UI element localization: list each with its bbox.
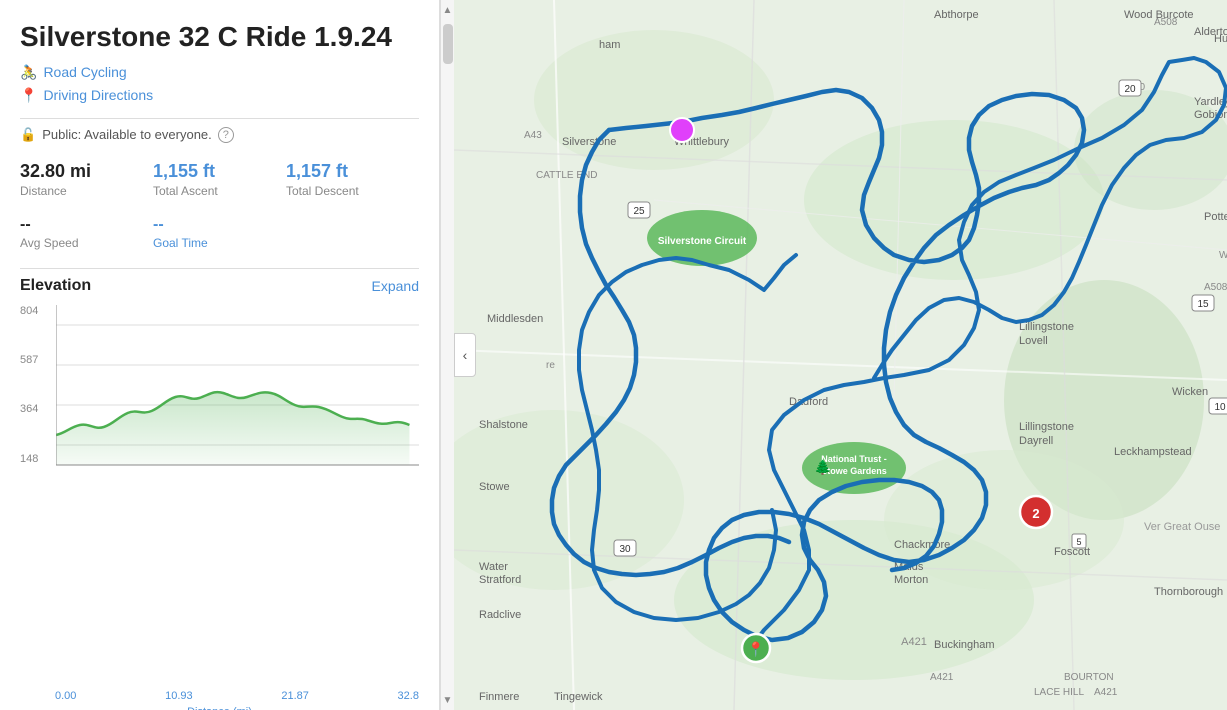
svg-text:5: 5 — [1076, 537, 1081, 547]
x-label-1093: 10.93 — [165, 690, 193, 702]
x-axis-title: Distance (mi) — [20, 706, 419, 710]
map-collapse-button[interactable]: ‹ — [454, 333, 476, 377]
ascent-label: Total Ascent — [153, 184, 286, 198]
svg-text:Watling St: Watling St — [1219, 250, 1227, 261]
avg-speed-value: -- — [20, 216, 153, 234]
driving-directions-label: Driving Directions — [43, 87, 153, 103]
stat-total-descent: 1,157 ft Total Descent — [286, 161, 419, 198]
pin-icon: 📍 — [20, 87, 37, 104]
svg-text:2: 2 — [1032, 506, 1039, 521]
stat-goal-time: -- Goal Time — [153, 216, 286, 250]
svg-text:A508: A508 — [1154, 17, 1178, 28]
y-label-364: 364 — [20, 403, 55, 415]
svg-text:Chackmore: Chackmore — [894, 539, 950, 551]
x-label-2187: 21.87 — [281, 690, 309, 702]
descent-value: 1,157 ft — [286, 161, 419, 182]
stat-total-ascent: 1,155 ft Total Ascent — [153, 161, 286, 198]
svg-text:Wicken: Wicken — [1172, 386, 1208, 398]
svg-text:Lovell: Lovell — [1019, 335, 1048, 347]
public-label: Public: Available to everyone. — [42, 127, 212, 142]
svg-text:A421: A421 — [901, 636, 927, 648]
svg-text:A421: A421 — [1094, 687, 1118, 698]
svg-text:Finmere: Finmere — [479, 691, 519, 703]
y-label-587: 587 — [20, 354, 55, 366]
y-label-148: 148 — [20, 453, 55, 465]
svg-text:Potterspury: Potterspury — [1204, 211, 1227, 223]
elevation-svg — [56, 305, 419, 485]
svg-text:Tingewick: Tingewick — [554, 691, 603, 703]
svg-text:🌲: 🌲 — [814, 459, 831, 476]
map-area: Silverstone Circuit National Trust - Sto… — [454, 0, 1227, 710]
x-axis-labels: 0.00 10.93 21.87 32.8 — [20, 690, 419, 702]
public-info: 🔓 Public: Available to everyone. ? — [20, 127, 419, 143]
x-label-0: 0.00 — [55, 690, 76, 702]
scrollbar-track: ▲ ▼ — [440, 0, 454, 710]
svg-text:CATTLE END: CATTLE END — [536, 170, 598, 181]
svg-text:Middlesden: Middlesden — [487, 313, 543, 325]
svg-text:A43: A43 — [524, 130, 542, 141]
svg-text:30: 30 — [619, 544, 631, 555]
svg-text:Lillingstone: Lillingstone — [1019, 421, 1074, 433]
divider-1 — [20, 118, 419, 119]
left-panel: Silverstone 32 C Ride 1.9.24 🚴 Road Cycl… — [0, 0, 440, 710]
svg-text:Thornborough: Thornborough — [1154, 586, 1223, 598]
lock-icon: 🔓 — [20, 127, 36, 143]
activity-type-label: Road Cycling — [43, 64, 126, 80]
stats-grid: 32.80 mi Distance 1,155 ft Total Ascent … — [20, 161, 419, 198]
svg-text:Water: Water — [479, 561, 508, 573]
elevation-chart: 804 587 364 148 — [20, 305, 419, 505]
svg-text:Ver Great Ouse: Ver Great Ouse — [1144, 521, 1220, 533]
map-svg: Silverstone Circuit National Trust - Sto… — [454, 0, 1227, 710]
ascent-value: 1,155 ft — [153, 161, 286, 182]
svg-text:25: 25 — [633, 206, 645, 217]
stat-avg-speed: -- Avg Speed — [20, 216, 153, 250]
descent-label: Total Descent — [286, 184, 419, 198]
svg-text:📍: 📍 — [747, 641, 764, 658]
svg-text:BOURTON: BOURTON — [1064, 672, 1114, 683]
svg-text:A421: A421 — [930, 672, 954, 683]
svg-text:Leckhampstead: Leckhampstead — [1114, 446, 1192, 458]
bike-icon: 🚴 — [20, 64, 37, 81]
svg-text:15: 15 — [1197, 299, 1209, 310]
stats-row2: -- Avg Speed -- Goal Time — [20, 216, 419, 250]
activity-type-link[interactable]: 🚴 Road Cycling — [20, 64, 419, 81]
scroll-down-arrow[interactable]: ▼ — [441, 690, 455, 710]
distance-value: 32.80 mi — [20, 161, 153, 182]
distance-label: Distance — [20, 184, 153, 198]
svg-text:re: re — [546, 360, 555, 371]
svg-text:20: 20 — [1124, 84, 1136, 95]
svg-text:Morton: Morton — [894, 574, 928, 586]
svg-text:Buckingham: Buckingham — [934, 639, 995, 651]
x-label-328: 32.8 — [398, 690, 419, 702]
svg-text:Silverstone Circuit: Silverstone Circuit — [658, 236, 747, 247]
svg-text:Stratford: Stratford — [479, 574, 521, 586]
svg-text:LACE HILL: LACE HILL — [1034, 687, 1084, 698]
stat-distance: 32.80 mi Distance — [20, 161, 153, 198]
expand-button[interactable]: Expand — [372, 278, 419, 294]
goal-time-label: Goal Time — [153, 236, 286, 250]
svg-text:A508: A508 — [1204, 282, 1227, 293]
driving-directions-link[interactable]: 📍 Driving Directions — [20, 87, 419, 104]
y-label-804: 804 — [20, 305, 55, 317]
scroll-up-arrow[interactable]: ▲ — [441, 0, 455, 20]
svg-text:Lillingstone: Lillingstone — [1019, 321, 1074, 333]
svg-text:10: 10 — [1214, 402, 1226, 413]
divider-2 — [20, 268, 419, 269]
elevation-title: Elevation — [20, 277, 91, 295]
goal-time-value: -- — [153, 216, 286, 234]
svg-text:Radclive: Radclive — [479, 609, 521, 621]
page-title: Silverstone 32 C Ride 1.9.24 — [20, 20, 419, 54]
elevation-header: Elevation Expand — [20, 277, 419, 295]
svg-text:Shalstone: Shalstone — [479, 419, 528, 431]
svg-text:Dayrell: Dayrell — [1019, 435, 1053, 447]
svg-text:Abthorpe: Abthorpe — [934, 9, 979, 21]
avg-speed-label: Avg Speed — [20, 236, 153, 250]
svg-text:Hungate E: Hungate E — [1214, 33, 1227, 45]
y-axis-labels: 804 587 364 148 — [20, 305, 55, 465]
help-icon[interactable]: ? — [218, 127, 234, 143]
svg-text:ham: ham — [599, 39, 620, 51]
svg-text:Silverstone: Silverstone — [562, 136, 616, 148]
svg-text:Stowe: Stowe — [479, 481, 510, 493]
scroll-thumb[interactable] — [443, 24, 453, 64]
